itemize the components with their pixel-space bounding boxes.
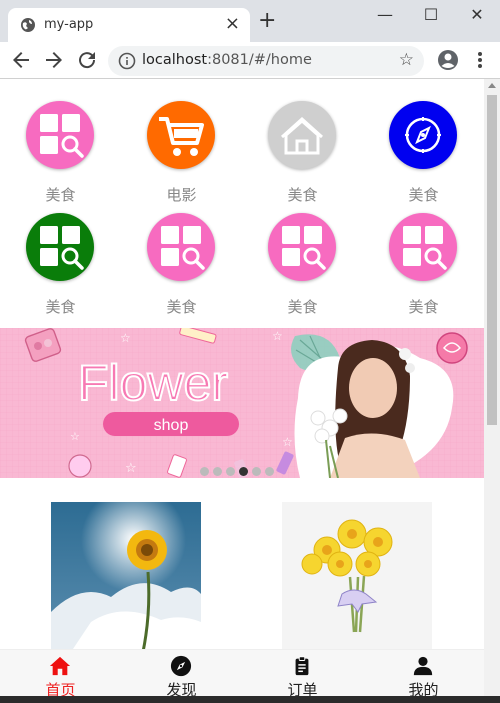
tab-discover[interactable]: 发现 bbox=[121, 650, 242, 696]
rose-icon bbox=[436, 332, 468, 364]
tab-profile[interactable]: 我的 bbox=[363, 650, 484, 696]
minimize-button[interactable]: — bbox=[362, 2, 408, 28]
vertical-scrollbar[interactable] bbox=[484, 79, 500, 696]
daffodil-bouquet-image bbox=[282, 502, 432, 652]
category-item[interactable]: 美食 bbox=[363, 79, 484, 204]
carousel-dot[interactable] bbox=[226, 467, 235, 476]
user-icon bbox=[413, 656, 433, 676]
category-item[interactable]: 美食 bbox=[242, 79, 363, 204]
browser-chrome: my-app × + — ☐ ✕ localhost:8081/#/home ☆ bbox=[0, 0, 500, 79]
category-item[interactable]: 美食 bbox=[363, 191, 484, 316]
category-label: 美食 bbox=[408, 298, 439, 316]
product-card[interactable] bbox=[282, 502, 432, 652]
info-icon[interactable] bbox=[118, 52, 136, 70]
svg-text:☆: ☆ bbox=[120, 331, 131, 345]
browser-toolbar: localhost:8081/#/home ☆ bbox=[0, 42, 500, 79]
compass-icon bbox=[389, 101, 457, 169]
carousel-dot[interactable] bbox=[265, 467, 274, 476]
mirror-icon bbox=[68, 454, 92, 478]
app-content: 美食 电影 美食 美食 美食 美食 美食 美食 ☆ ☆ ☆ ☆ ☆ Flower… bbox=[0, 79, 484, 696]
tab-label: 订单 bbox=[287, 681, 318, 696]
reload-icon[interactable] bbox=[75, 48, 99, 72]
tab-label: 发现 bbox=[166, 681, 197, 696]
new-tab-button[interactable]: + bbox=[258, 10, 276, 32]
carousel-dot[interactable] bbox=[252, 467, 261, 476]
url-host: localhost bbox=[142, 52, 208, 68]
banner-headline: Flower bbox=[78, 355, 228, 411]
category-label: 美食 bbox=[287, 298, 318, 316]
svg-text:☆: ☆ bbox=[70, 430, 80, 443]
svg-text:☆: ☆ bbox=[282, 435, 293, 449]
tab-strip: my-app × + — ☐ ✕ bbox=[0, 0, 500, 42]
grid-search-icon bbox=[389, 213, 457, 281]
address-bar[interactable]: localhost:8081/#/home ☆ bbox=[108, 46, 424, 76]
compass-icon bbox=[170, 655, 192, 677]
grid-search-icon bbox=[268, 213, 336, 281]
tab-orders[interactable]: 订单 bbox=[242, 650, 363, 696]
more-menu-icon[interactable] bbox=[470, 48, 490, 72]
scrollbar-thumb[interactable] bbox=[487, 95, 497, 425]
svg-text:☆: ☆ bbox=[272, 329, 283, 343]
bottom-tab-bar: 首页 发现 订单 我的 bbox=[0, 649, 484, 696]
profile-avatar-icon[interactable] bbox=[436, 48, 460, 72]
url-path: :8081/#/home bbox=[207, 52, 312, 68]
product-list bbox=[0, 502, 484, 662]
svg-text:☆: ☆ bbox=[125, 461, 137, 476]
back-arrow-icon[interactable] bbox=[9, 48, 33, 72]
banner-button-label: shop bbox=[154, 417, 189, 434]
category-item[interactable]: 美食 bbox=[242, 191, 363, 316]
tab-title: my-app bbox=[44, 17, 94, 32]
grid-search-icon bbox=[147, 213, 215, 281]
product-card[interactable] bbox=[51, 502, 201, 652]
tab-label: 首页 bbox=[45, 681, 76, 696]
tab-label: 我的 bbox=[408, 681, 439, 696]
window-close-button[interactable]: ✕ bbox=[454, 2, 500, 28]
forward-arrow-icon[interactable] bbox=[42, 48, 66, 72]
carousel-dot[interactable] bbox=[213, 467, 222, 476]
window-bottom-edge bbox=[0, 696, 500, 703]
flower-shop-banner[interactable]: ☆ ☆ ☆ ☆ ☆ Flower shop bbox=[0, 328, 484, 478]
carousel-dot[interactable] bbox=[200, 467, 209, 476]
category-grid: 美食 电影 美食 美食 美食 美食 美食 美食 bbox=[0, 79, 484, 324]
bookmark-star-icon[interactable]: ☆ bbox=[399, 50, 414, 70]
clipboard-icon bbox=[295, 656, 309, 676]
sunflower-image bbox=[51, 502, 201, 652]
category-item[interactable]: 美食 bbox=[0, 79, 121, 204]
category-item[interactable]: 美食 bbox=[0, 191, 121, 316]
category-item[interactable]: 美食 bbox=[121, 191, 242, 316]
banner-artwork: ☆ ☆ ☆ ☆ ☆ Flower shop bbox=[0, 328, 484, 478]
scroll-up-arrow-icon[interactable] bbox=[488, 83, 496, 88]
globe-icon bbox=[21, 18, 35, 32]
category-label: 美食 bbox=[166, 298, 197, 316]
category-item[interactable]: 电影 bbox=[121, 79, 242, 204]
carousel-dots bbox=[200, 461, 278, 478]
home-icon bbox=[268, 101, 336, 169]
home-icon bbox=[49, 656, 71, 676]
tab-close-icon[interactable]: × bbox=[225, 14, 240, 34]
url-text[interactable]: localhost:8081/#/home bbox=[142, 52, 312, 68]
tab-home[interactable]: 首页 bbox=[0, 650, 121, 696]
grid-search-icon bbox=[26, 213, 94, 281]
category-label: 美食 bbox=[45, 298, 76, 316]
maximize-button[interactable]: ☐ bbox=[408, 2, 454, 28]
browser-tab[interactable]: my-app × bbox=[8, 8, 250, 42]
grid-search-icon bbox=[26, 101, 94, 169]
carousel-dot-active[interactable] bbox=[239, 467, 248, 476]
cart-icon bbox=[147, 101, 215, 169]
